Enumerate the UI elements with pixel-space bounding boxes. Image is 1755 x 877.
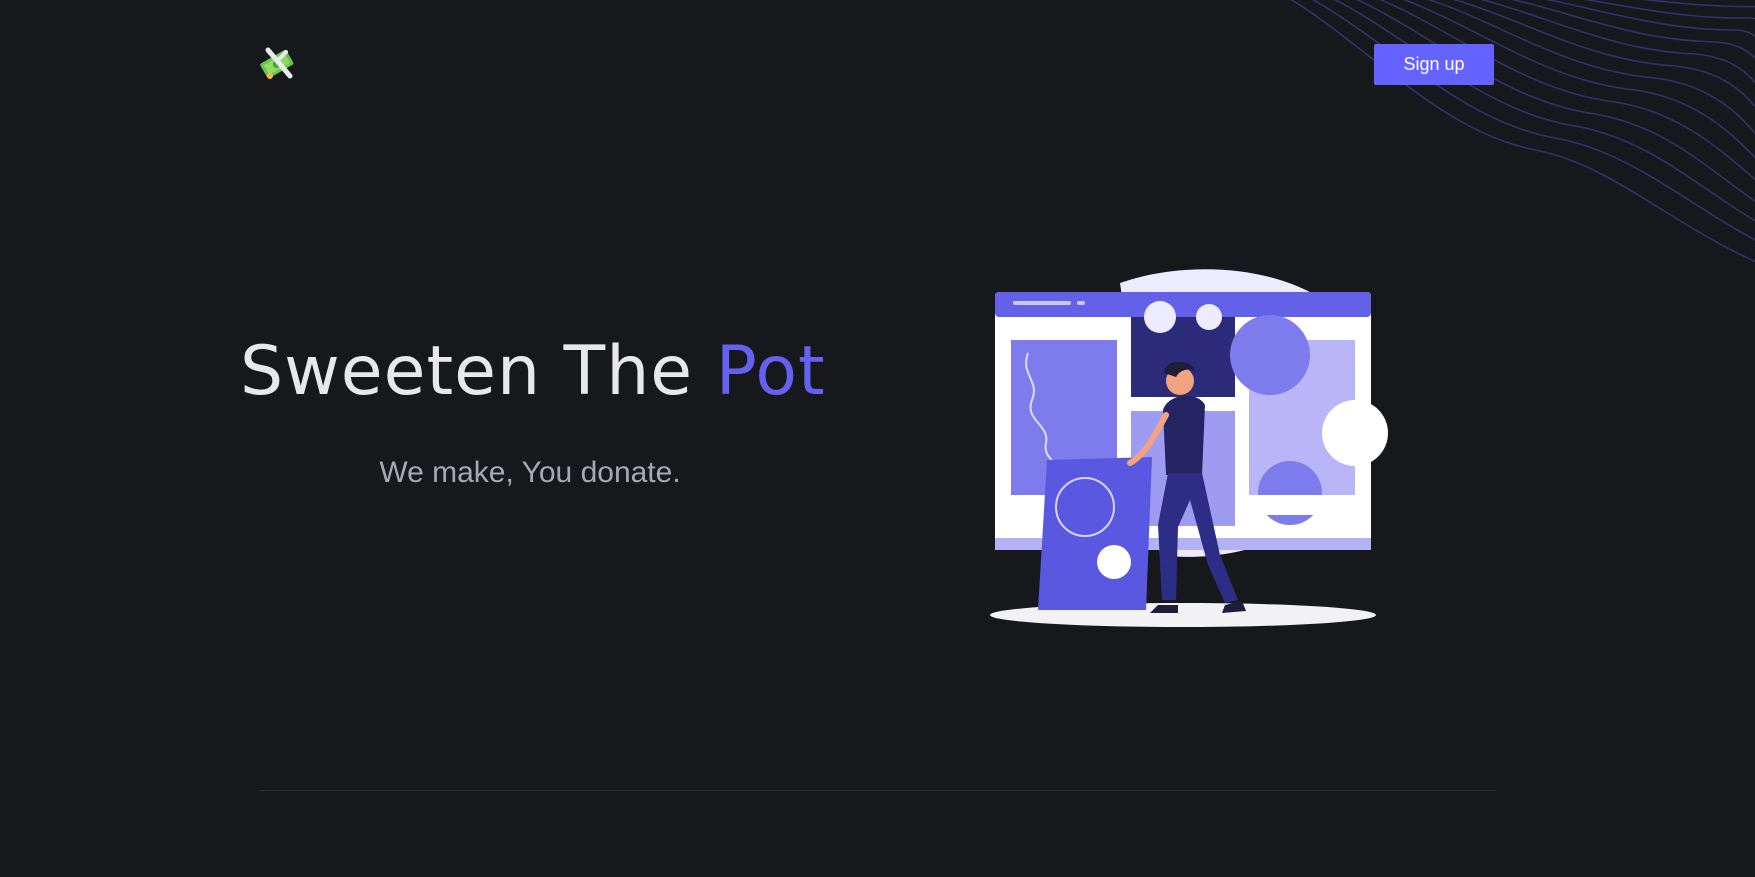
hero-title: Sweeten The Pot: [240, 338, 840, 406]
money-rocket-icon: [260, 47, 294, 79]
hero-title-accent: Pot: [715, 332, 826, 411]
landing-page: Sign up Sweeten The Pot We make, You don…: [0, 0, 1755, 877]
hero-illustration: [990, 269, 1388, 627]
signup-button[interactable]: Sign up: [1374, 44, 1494, 85]
wave-lines-decoration: [1290, 0, 1755, 263]
hero-subtitle: We make, You donate.: [379, 456, 681, 489]
hero-title-main: Sweeten The: [240, 332, 694, 411]
logo[interactable]: [256, 42, 300, 86]
footer-divider: [258, 790, 1496, 791]
